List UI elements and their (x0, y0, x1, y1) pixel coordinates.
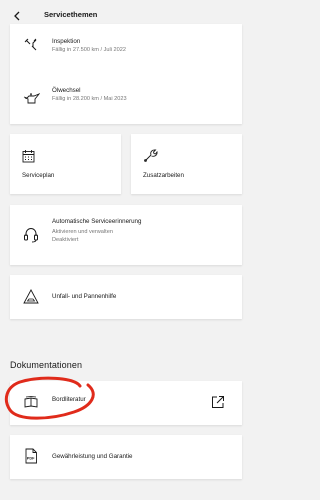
inspection-due: Fällig in 27.500 km / Juli 2022 (52, 47, 127, 53)
oil-change-title: Ölwechsel (52, 87, 81, 94)
breakdown-triangle-icon (23, 289, 39, 304)
service-plan-tile[interactable]: Serviceplan (10, 134, 121, 194)
warranty-title: Gewährleistung und Garantie (52, 453, 133, 460)
page-title: Servicethemen (44, 10, 98, 19)
pdf-label: PDF (27, 457, 35, 461)
documentation-heading: Dokumentationen (10, 360, 83, 370)
oil-can-icon (23, 93, 40, 104)
service-plan-label: Serviceplan (22, 172, 55, 179)
highlight-circle-annotation (4, 376, 95, 420)
maintenance-card: Inspektion Fällig in 27.500 km / Juli 20… (10, 24, 242, 124)
extra-work-tile[interactable]: Zusatzarbeiten (131, 134, 242, 194)
warranty-card[interactable]: PDF Gewährleistung und Garantie (10, 435, 242, 479)
oil-change-due: Fällig in 28.200 km / Mai 2023 (52, 96, 127, 102)
service-reminder-status: Deaktiviert (52, 237, 79, 243)
back-button[interactable] (10, 8, 24, 24)
accident-assistance-title: Unfall- und Pannenhilfe (52, 293, 117, 300)
service-reminder-title: Automatische Serviceerinnerung (52, 218, 142, 225)
inspection-title: Inspektion (52, 38, 81, 45)
accident-assistance-card[interactable]: Unfall- und Pannenhilfe (10, 275, 242, 319)
pdf-file-icon: PDF (25, 448, 37, 464)
wrench-icon (144, 149, 158, 162)
service-reminder-card[interactable]: Automatische Serviceerinnerung Aktiviere… (10, 205, 242, 265)
chevron-left-icon (14, 11, 20, 21)
calendar-icon (22, 150, 35, 163)
extra-work-label: Zusatzarbeiten (143, 172, 184, 179)
external-link-icon[interactable] (211, 395, 225, 409)
wrench-screwdriver-icon (24, 38, 37, 51)
oil-change-row[interactable]: Ölwechsel Fällig in 28.200 km / Mai 2023 (10, 82, 242, 124)
headset-icon (24, 227, 38, 243)
inspection-row[interactable]: Inspektion Fällig in 27.500 km / Juli 20… (10, 24, 242, 72)
